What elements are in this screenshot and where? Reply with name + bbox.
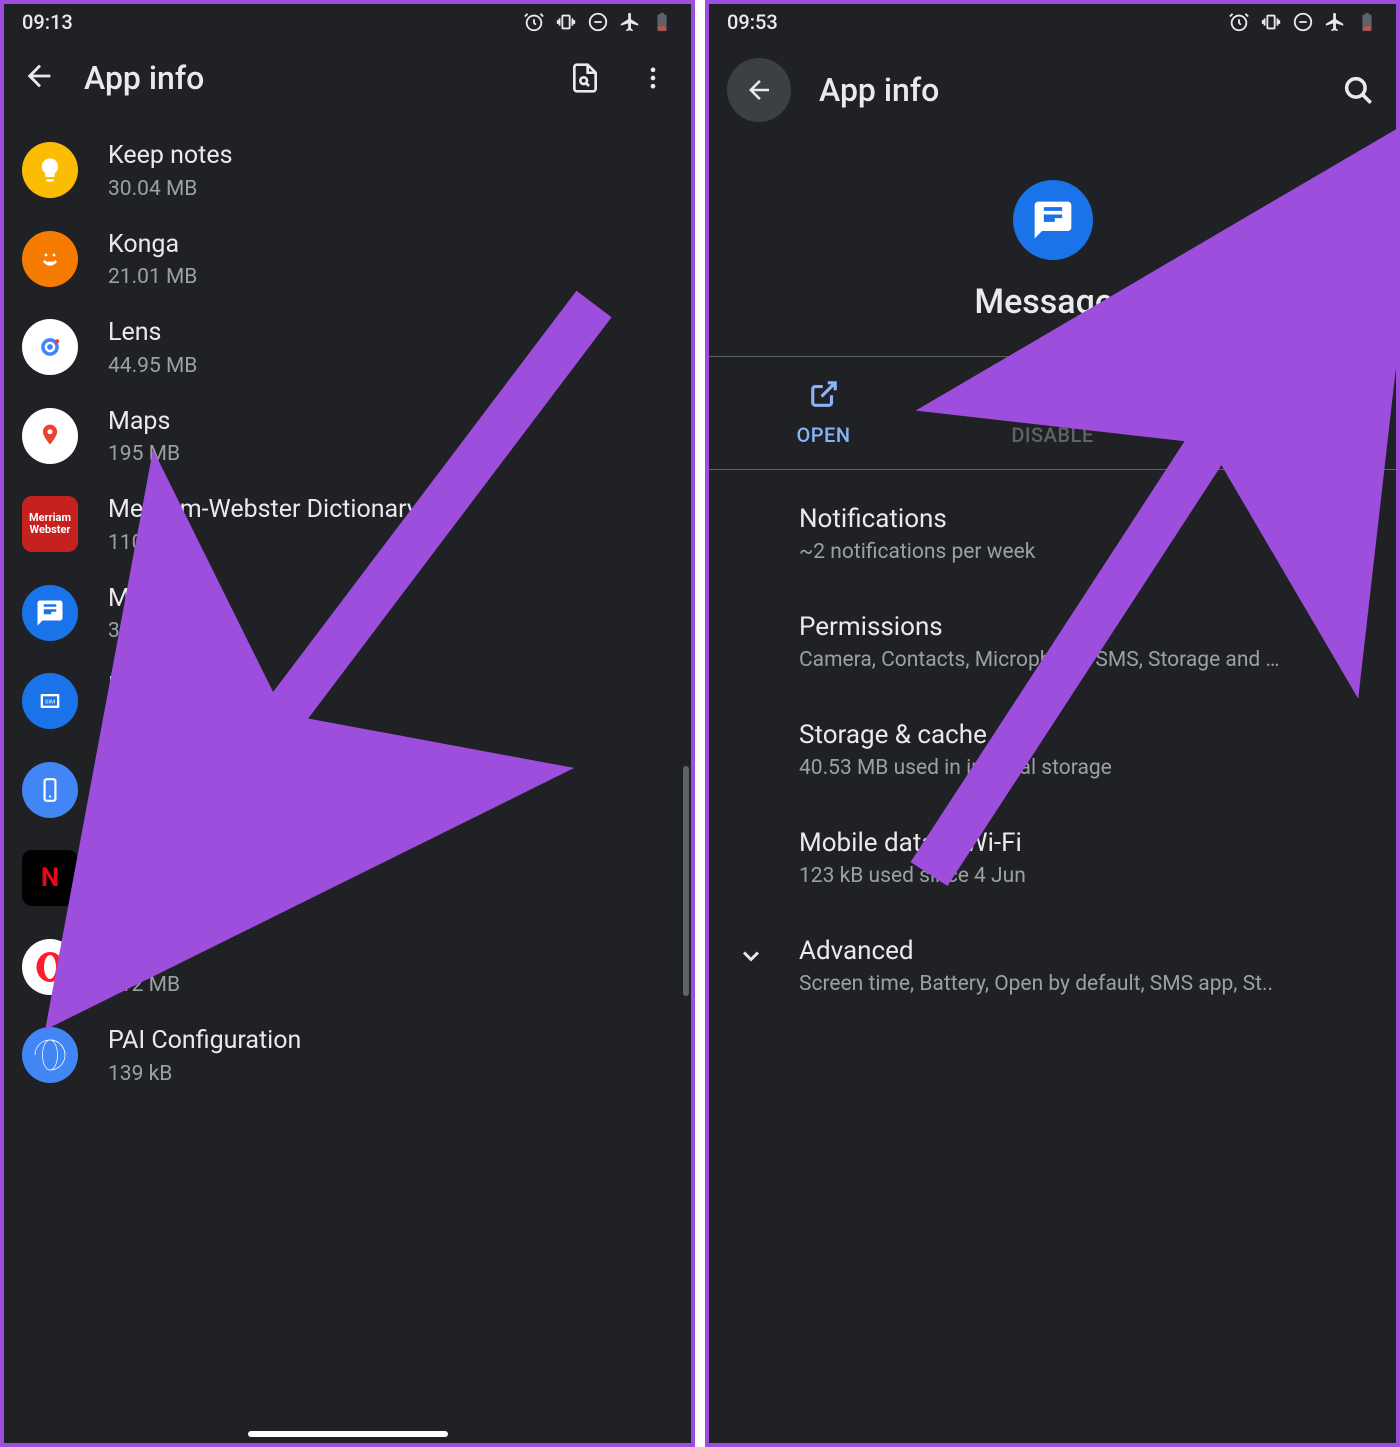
keep-notes-icon — [22, 142, 78, 198]
disable-label: DISABLE — [938, 423, 1167, 447]
app-name: Messages — [108, 583, 223, 616]
app-row-mtn-services[interactable]: SIM MTN Services 36.86 kB — [4, 657, 691, 746]
app-size: 35.92 MB — [108, 619, 223, 643]
status-bar: 09:13 — [4, 4, 691, 38]
search-icon[interactable] — [1338, 70, 1378, 110]
app-size: 36.86 kB — [108, 708, 263, 732]
messages-icon — [22, 585, 78, 641]
app-list[interactable]: Keep notes 30.04 MB Konga 21.01 MB Lens … — [4, 126, 691, 1415]
app-size: 21.01 MB — [108, 265, 197, 289]
app-size: 612 MB — [108, 973, 180, 997]
lens-icon — [22, 319, 78, 375]
status-time: 09:13 — [22, 10, 73, 34]
app-name: PAI Configuration — [108, 1025, 301, 1058]
alarm-icon — [523, 11, 545, 33]
app-row-maps[interactable]: Maps 195 MB — [4, 392, 691, 481]
app-size: 57.60 MB — [108, 885, 197, 909]
my-phone-icon — [22, 762, 78, 818]
app-name: Merriam-Webster Dictionary — [108, 494, 419, 527]
force-stop-label: FORCE STOP — [1167, 423, 1396, 447]
vibrate-icon — [1260, 11, 1282, 33]
app-size: 30.04 MB — [108, 177, 233, 201]
chevron-down-icon — [737, 942, 765, 974]
app-row-messages[interactable]: Messages 35.92 MB — [4, 569, 691, 658]
airplane-icon — [619, 11, 641, 33]
app-name: MTN Services — [108, 671, 263, 704]
app-row-pai-config[interactable]: PAI Configuration 139 kB — [4, 1011, 691, 1100]
app-size: 44.95 MB — [108, 354, 197, 378]
alarm-icon — [1228, 11, 1250, 33]
app-name: Opera — [108, 937, 180, 970]
app-row-opera[interactable]: Opera 612 MB — [4, 923, 691, 1012]
page-title: App info — [84, 59, 537, 97]
header: App info — [709, 38, 1396, 150]
app-size: 110 MB — [108, 531, 419, 555]
status-time: 09:53 — [727, 10, 778, 34]
app-size: 139 kB — [108, 1062, 301, 1086]
back-button[interactable] — [727, 58, 791, 122]
dnd-icon — [587, 11, 609, 33]
merriam-webster-icon: MerriamWebster — [22, 496, 78, 552]
app-row-keep-notes[interactable]: Keep notes 30.04 MB — [4, 126, 691, 215]
status-icons — [1228, 11, 1378, 33]
settings-list: Notifications ~2 notifications per week … — [709, 470, 1396, 1030]
app-name: Messages — [709, 282, 1396, 322]
screenshot-app-list: 09:13 App info Keep notes 30.04 MB — [0, 0, 695, 1447]
pai-icon — [22, 1027, 78, 1083]
airplane-icon — [1324, 11, 1346, 33]
maps-icon — [22, 408, 78, 464]
dnd-icon — [1292, 11, 1314, 33]
header: App info — [4, 38, 691, 126]
app-row-netflix[interactable]: N Netflix 57.60 MB — [4, 834, 691, 923]
open-button[interactable]: OPEN — [709, 357, 938, 469]
search-in-list-icon[interactable] — [565, 58, 605, 98]
app-name: Konga — [108, 229, 197, 262]
status-icons — [523, 11, 673, 33]
app-hero: Messages — [709, 150, 1396, 356]
opera-icon — [22, 939, 78, 995]
disable-button: DISABLE — [938, 357, 1167, 469]
setting-mobile-data[interactable]: Mobile data & Wi-Fi 123 kB used since 4 … — [709, 804, 1396, 912]
app-name: Netflix — [108, 848, 197, 881]
messages-app-icon — [1013, 180, 1093, 260]
back-button[interactable] — [22, 59, 56, 97]
app-row-lens[interactable]: Lens 44.95 MB — [4, 303, 691, 392]
open-label: OPEN — [709, 423, 938, 447]
more-menu-icon[interactable] — [633, 58, 673, 98]
scrollbar[interactable] — [683, 766, 689, 996]
vibrate-icon — [555, 11, 577, 33]
battery-icon — [1356, 11, 1378, 33]
svg-text:SIM: SIM — [45, 700, 55, 706]
status-bar: 09:53 — [709, 4, 1396, 38]
app-name: My phone — [108, 760, 217, 793]
setting-advanced[interactable]: Advanced Screen time, Battery, Open by d… — [709, 912, 1396, 1020]
setting-notifications[interactable]: Notifications ~2 notifications per week — [709, 480, 1396, 588]
app-name: Maps — [108, 406, 180, 439]
battery-icon — [651, 11, 673, 33]
screenshot-app-detail: 09:53 App info Messages OPEN DISAB — [705, 0, 1400, 1447]
app-size: 34.60 MB — [108, 796, 217, 820]
netflix-icon: N — [22, 850, 78, 906]
force-stop-button[interactable]: FORCE STOP — [1167, 357, 1396, 469]
setting-permissions[interactable]: Permissions Camera, Contacts, Microphone… — [709, 588, 1396, 696]
mtn-icon: SIM — [22, 673, 78, 729]
app-name: Lens — [108, 317, 197, 350]
app-name: Keep notes — [108, 140, 233, 173]
app-row-merriam-webster[interactable]: MerriamWebster Merriam-Webster Dictionar… — [4, 480, 691, 569]
app-size: 195 MB — [108, 442, 180, 466]
setting-storage[interactable]: Storage & cache 40.53 MB used in interna… — [709, 696, 1396, 804]
page-title: App info — [819, 71, 1310, 109]
action-row: OPEN DISABLE FORCE STOP — [709, 356, 1396, 470]
nav-handle[interactable] — [248, 1431, 448, 1437]
app-row-konga[interactable]: Konga 21.01 MB — [4, 215, 691, 304]
app-row-my-phone[interactable]: My phone 34.60 MB — [4, 746, 691, 835]
konga-icon — [22, 231, 78, 287]
